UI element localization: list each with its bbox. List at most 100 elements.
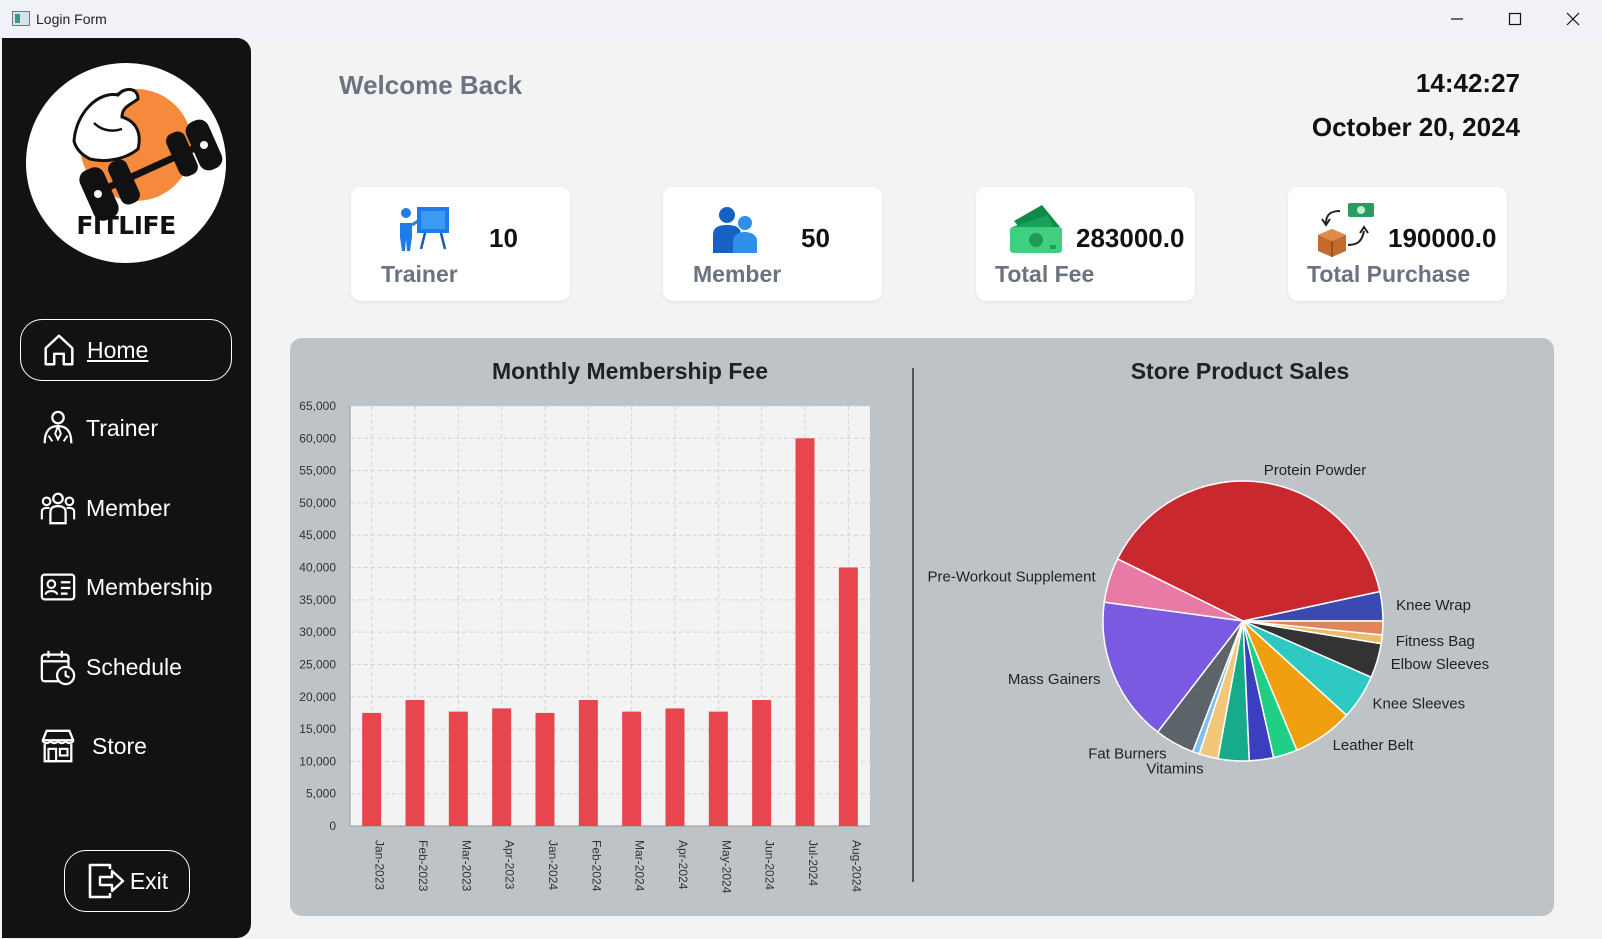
nav-trainer[interactable]: Trainer <box>20 397 232 459</box>
trainer-card: 10 Trainer <box>351 187 570 301</box>
total-fee-value: 283000.0 <box>1076 223 1185 253</box>
total-purchase-card: 190000.0 Total Purchase <box>1288 187 1507 301</box>
bar <box>838 567 858 826</box>
pie-label: Protein Powder <box>1264 462 1367 479</box>
nav-home[interactable]: Home <box>20 319 232 381</box>
y-tick-label: 35,000 <box>299 593 336 607</box>
nav-schedule[interactable]: Schedule <box>20 636 232 698</box>
nav-store[interactable]: Store <box>20 715 232 777</box>
nav-membership[interactable]: Membership <box>20 556 232 618</box>
bar <box>362 712 382 826</box>
pie-label: Mass Gainers <box>1008 671 1101 688</box>
store-icon <box>38 726 78 766</box>
y-tick-label: 55,000 <box>299 464 336 478</box>
pie-label: Elbow Sleeves <box>1391 656 1489 673</box>
bar <box>622 711 642 826</box>
bar <box>665 708 685 826</box>
x-tick-label: Aug-2024 <box>849 840 863 892</box>
nav-membership-label: Membership <box>86 573 213 600</box>
bar <box>752 700 772 826</box>
member-count: 50 <box>801 223 830 253</box>
nav-store-label: Store <box>92 732 147 759</box>
exit-button[interactable]: Exit <box>64 850 190 912</box>
bar <box>492 708 512 826</box>
app-icon <box>12 11 30 26</box>
x-tick-label: Apr-2023 <box>503 840 517 890</box>
purchase-exchange-icon <box>1318 203 1374 257</box>
x-tick-label: Jun-2024 <box>763 840 777 890</box>
calendar-clock-icon <box>38 647 78 687</box>
y-tick-label: 25,000 <box>299 657 336 671</box>
charts-divider <box>912 368 914 882</box>
cash-icon <box>1010 205 1062 253</box>
bar-chart: 0 5,000 10,000 15,000 20,000 25,000 30,000 35,0… <box>299 399 870 894</box>
trainer-count: 10 <box>489 223 518 253</box>
minimize-button[interactable] <box>1428 0 1486 38</box>
nav-member[interactable]: Member <box>20 477 232 539</box>
sidebar: FITLIFE Home Trainer Member Membership S… <box>2 38 251 938</box>
nav-trainer-label: Trainer <box>86 414 158 441</box>
pie-chart: Knee Wrap Protein Powder Pre-Workout Suppl… <box>928 462 1490 777</box>
x-tick-label: Mar-2023 <box>459 840 473 892</box>
nav-home-label: Home <box>87 336 149 363</box>
trainer-card-label: Trainer <box>381 261 458 287</box>
x-tick-label: May-2024 <box>719 840 733 894</box>
y-tick-label: 10,000 <box>299 754 336 768</box>
x-tick-label: Mar-2024 <box>633 840 647 892</box>
x-tick-label: Jan-2023 <box>373 840 387 890</box>
maximize-button[interactable] <box>1486 0 1544 38</box>
nav-member-label: Member <box>86 494 171 521</box>
pie-label: Knee Wrap <box>1396 597 1471 614</box>
bar <box>795 438 815 826</box>
y-tick-label: 15,000 <box>299 722 336 736</box>
pie-label: Leather Belt <box>1333 737 1415 754</box>
y-tick-label: 60,000 <box>299 431 336 445</box>
pie-label: Pre-Workout Supplement <box>928 569 1097 586</box>
minimize-icon <box>1451 18 1463 20</box>
y-tick-label: 40,000 <box>299 561 336 575</box>
pie-chart-title: Store Product Sales <box>1130 358 1350 384</box>
member-card: 50 Member <box>663 187 882 301</box>
y-tick-label: 20,000 <box>299 690 336 704</box>
bar <box>405 700 425 826</box>
bar-chart-title: Monthly Membership Fee <box>491 358 769 384</box>
logo-text: FITLIFE <box>76 211 176 240</box>
total-fee-label: Total Fee <box>995 261 1095 287</box>
close-icon <box>1566 12 1580 26</box>
x-tick-label: Feb-2024 <box>589 840 603 892</box>
pie-label: Fitness Bag <box>1396 633 1475 650</box>
total-purchase-label: Total Purchase <box>1307 261 1471 287</box>
y-tick-label: 0 <box>329 819 336 833</box>
y-tick-label: 30,000 <box>299 625 336 639</box>
total-purchase-value: 190000.0 <box>1388 223 1497 253</box>
y-tick-label: 65,000 <box>299 399 336 413</box>
x-tick-label: Apr-2024 <box>676 840 690 890</box>
fitlife-logo: FITLIFE <box>26 63 226 263</box>
x-tick-label: Jan-2024 <box>546 840 560 890</box>
bar <box>535 712 555 826</box>
y-tick-label: 50,000 <box>299 496 336 510</box>
trainer-icon <box>38 408 78 448</box>
welcome-heading: Welcome Back <box>339 70 523 100</box>
total-fee-card: 283000.0 Total Fee <box>976 187 1195 301</box>
presentation-board-icon <box>400 207 449 251</box>
people-icon <box>713 207 757 253</box>
exit-icon <box>88 863 125 899</box>
y-tick-label: 5,000 <box>306 787 336 801</box>
title-bar: Login Form <box>0 0 1602 38</box>
window-title: Login Form <box>36 11 107 27</box>
nav-schedule-label: Schedule <box>86 653 182 680</box>
clock-time: 14:42:27 <box>1415 68 1520 98</box>
x-tick-label: Feb-2023 <box>416 840 430 892</box>
members-icon <box>38 488 78 528</box>
bar <box>578 700 598 826</box>
exit-label: Exit <box>129 867 169 894</box>
close-button[interactable] <box>1544 0 1602 38</box>
pie-label: Knee Sleeves <box>1373 696 1466 713</box>
maximize-icon <box>1508 12 1522 26</box>
pie-label: Vitamins <box>1146 760 1203 777</box>
current-date: October 20, 2024 <box>1311 112 1520 142</box>
y-tick-label: 45,000 <box>299 528 336 542</box>
bar <box>448 711 468 826</box>
member-card-label: Member <box>693 261 782 287</box>
